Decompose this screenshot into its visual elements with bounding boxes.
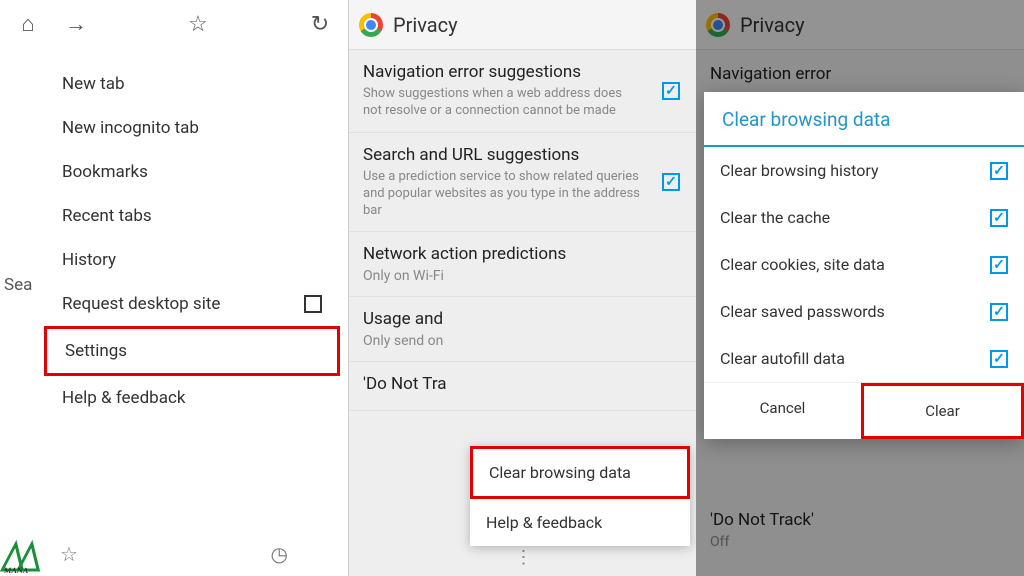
- popup-item-help-feedback[interactable]: Help & feedback: [470, 499, 690, 546]
- panel-clear-data-dialog: Privacy Navigation error 'Do Not Track' …: [696, 0, 1024, 576]
- dialog-item-label: Clear autofill data: [720, 349, 845, 368]
- menu-item-recent-tabs[interactable]: Recent tabs: [44, 194, 340, 238]
- chrome-logo-icon: [359, 13, 383, 37]
- menu-item-new-incognito-tab[interactable]: New incognito tab: [44, 106, 340, 150]
- checkbox-checked-icon[interactable]: ✓: [990, 303, 1008, 321]
- watermark-logo: MANA: [0, 540, 58, 574]
- setting-desc: Use a prediction service to show related…: [363, 169, 682, 220]
- menu-item-label: Bookmarks: [62, 162, 148, 182]
- setting-desc: Show suggestions when a web address does…: [363, 86, 682, 120]
- clock-icon[interactable]: ◷: [271, 542, 288, 566]
- setting-do-not-track[interactable]: 'Do Not Tra: [349, 362, 696, 411]
- header-title: Privacy: [393, 13, 458, 37]
- dialog-item-passwords[interactable]: Clear saved passwords ✓: [704, 288, 1024, 335]
- checkbox-unchecked-icon[interactable]: [304, 295, 322, 313]
- checkbox-checked-icon[interactable]: ✓: [990, 209, 1008, 227]
- dialog-title: Clear browsing data: [704, 92, 1024, 147]
- menu-item-request-desktop-site[interactable]: Request desktop site: [44, 282, 340, 326]
- reload-icon[interactable]: ↻: [296, 0, 344, 48]
- panel-chrome-menu: ⌂ → ☆ ↻ Sea New tab New incognito tab Bo…: [0, 0, 348, 576]
- dialog-item-label: Clear saved passwords: [720, 302, 885, 321]
- setting-sub: Only on Wi-Fi: [363, 268, 682, 284]
- dialog-actions: Cancel Clear: [704, 382, 1024, 439]
- menu-item-label: New tab: [62, 74, 125, 94]
- setting-usage[interactable]: Usage and Only send on: [349, 297, 696, 362]
- menu-item-new-tab[interactable]: New tab: [44, 62, 340, 106]
- clear-browsing-data-dialog: Clear browsing data Clear browsing histo…: [704, 92, 1024, 439]
- setting-navigation-error[interactable]: Navigation error suggestions Show sugges…: [349, 50, 696, 133]
- checkbox-checked-icon[interactable]: ✓: [990, 162, 1008, 180]
- menu-item-settings[interactable]: Settings: [44, 326, 340, 376]
- checkbox-checked-icon[interactable]: ✓: [990, 350, 1008, 368]
- overflow-dots-icon[interactable]: ⋮: [515, 547, 531, 568]
- star-outline-icon[interactable]: ☆: [60, 542, 78, 566]
- setting-title: Usage and: [363, 309, 682, 329]
- dialog-item-autofill[interactable]: Clear autofill data ✓: [704, 335, 1024, 382]
- panel-privacy-settings: Privacy Navigation error suggestions Sho…: [348, 0, 696, 576]
- overflow-popup-menu: Clear browsing data Help & feedback: [470, 446, 690, 546]
- dialog-item-label: Clear browsing history: [720, 161, 879, 180]
- checkbox-checked-icon[interactable]: ✓: [662, 173, 680, 191]
- menu-item-label: Settings: [65, 341, 127, 361]
- svg-text:MANA: MANA: [3, 566, 29, 574]
- clear-button[interactable]: Clear: [861, 383, 1024, 439]
- settings-header: Privacy: [349, 0, 696, 50]
- setting-title: Network action predictions: [363, 244, 682, 264]
- setting-network-predictions[interactable]: Network action predictions Only on Wi-Fi: [349, 232, 696, 297]
- menu-item-bookmarks[interactable]: Bookmarks: [44, 150, 340, 194]
- menu-item-label: History: [62, 250, 116, 270]
- search-fragment: Sea: [0, 275, 42, 295]
- checkbox-checked-icon[interactable]: ✓: [662, 82, 680, 100]
- dialog-item-label: Clear the cache: [720, 208, 830, 227]
- star-icon[interactable]: ☆: [174, 0, 222, 48]
- home-icon[interactable]: ⌂: [4, 0, 52, 48]
- cancel-button[interactable]: Cancel: [704, 383, 861, 439]
- dialog-item-cache[interactable]: Clear the cache ✓: [704, 194, 1024, 241]
- menu-item-label: Recent tabs: [62, 206, 152, 226]
- dialog-item-label: Clear cookies, site data: [720, 255, 885, 274]
- menu-item-history[interactable]: History: [44, 238, 340, 282]
- setting-sub: Only send on: [363, 333, 682, 349]
- forward-icon[interactable]: →: [52, 0, 100, 48]
- dialog-item-cookies[interactable]: Clear cookies, site data ✓: [704, 241, 1024, 288]
- menu-item-label: Help & feedback: [62, 388, 185, 408]
- checkbox-checked-icon[interactable]: ✓: [990, 256, 1008, 274]
- browser-toolbar: ⌂ → ☆ ↻: [0, 0, 348, 48]
- menu-item-label: New incognito tab: [62, 118, 199, 138]
- chrome-overflow-menu: New tab New incognito tab Bookmarks Rece…: [44, 52, 340, 430]
- menu-item-help-feedback[interactable]: Help & feedback: [44, 376, 340, 420]
- setting-title: Navigation error suggestions: [363, 62, 682, 82]
- menu-item-label: Request desktop site: [62, 294, 220, 314]
- setting-search-url-suggestions[interactable]: Search and URL suggestions Use a predict…: [349, 133, 696, 233]
- setting-title: 'Do Not Tra: [363, 374, 682, 394]
- dialog-item-history[interactable]: Clear browsing history ✓: [704, 147, 1024, 194]
- setting-title: Search and URL suggestions: [363, 145, 682, 165]
- popup-item-clear-browsing-data[interactable]: Clear browsing data: [470, 446, 690, 499]
